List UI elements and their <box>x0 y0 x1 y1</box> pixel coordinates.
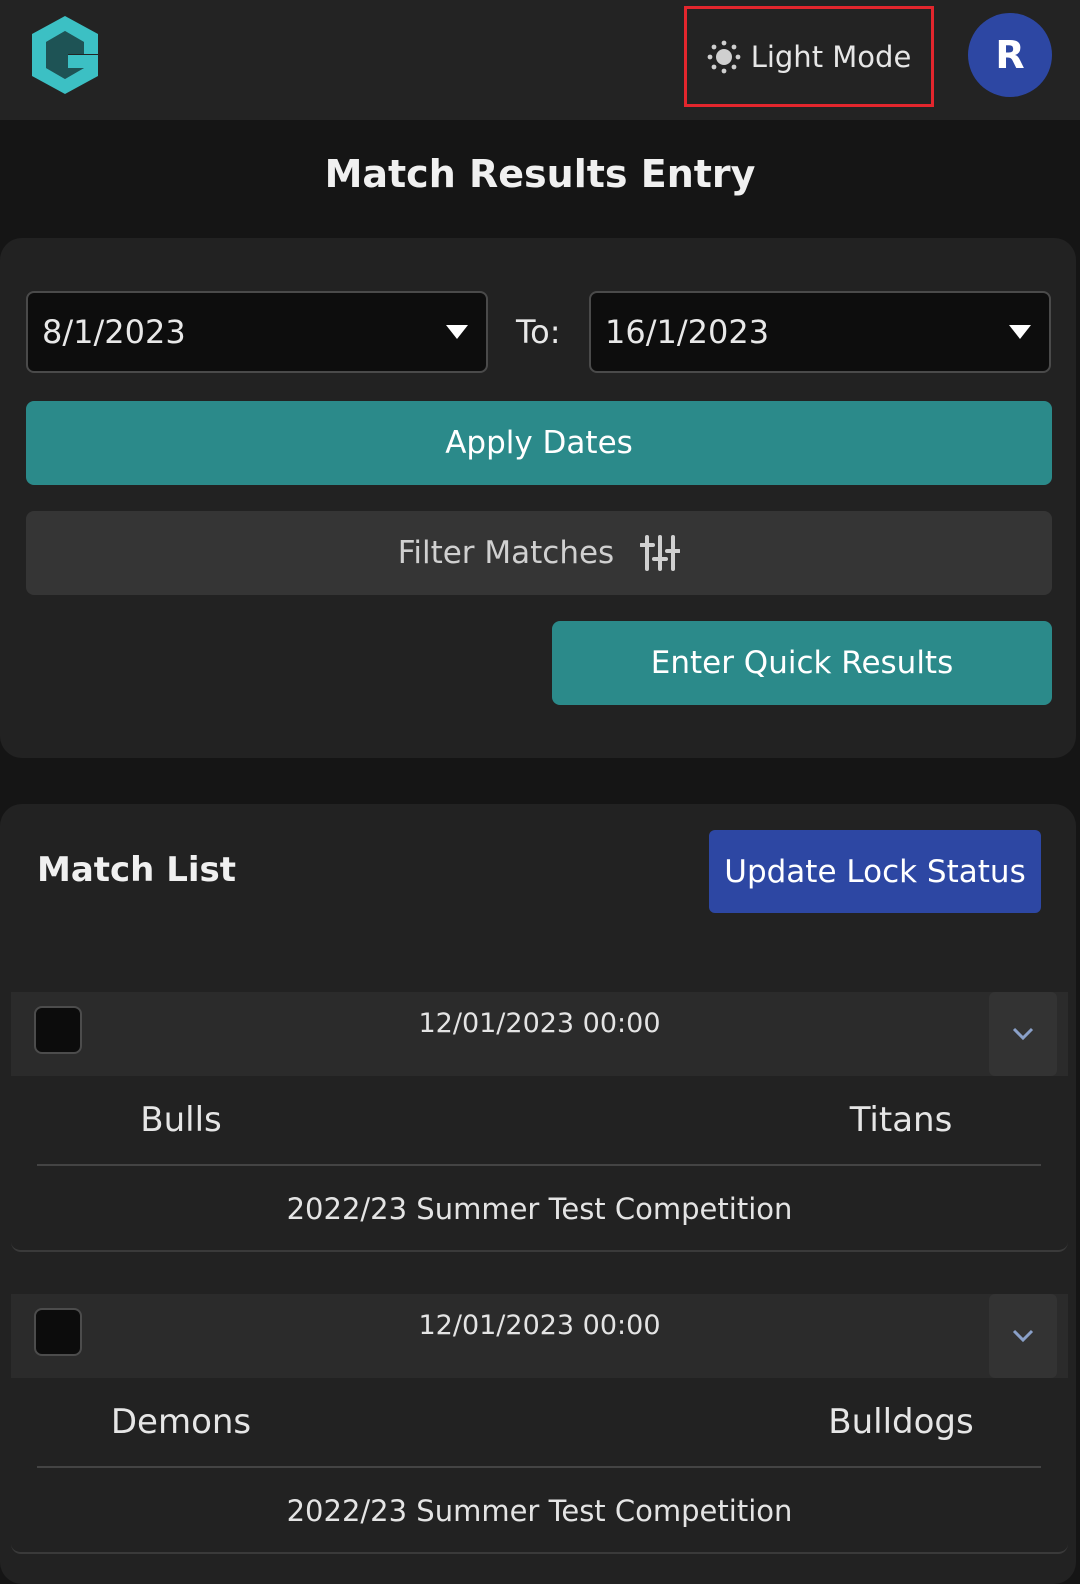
match-card: 12/01/2023 00:00 Demons Bulldogs 2022/23… <box>11 1294 1068 1554</box>
competition-name: 2022/23 Summer Test Competition <box>286 1494 793 1528</box>
away-team: Bulldogs <box>828 1402 974 1442</box>
page-title: Match Results Entry <box>324 152 756 196</box>
chevron-down-icon <box>1012 1027 1034 1041</box>
update-lock-status-button[interactable]: Update Lock Status <box>709 830 1041 913</box>
dropdown-arrow-icon <box>1009 325 1031 339</box>
update-lock-status-label: Update Lock Status <box>724 853 1026 890</box>
to-date-value: 16/1/2023 <box>605 313 770 351</box>
match-list-panel: Match List Update Lock Status 12/01/2023… <box>0 804 1076 1584</box>
to-label: To: <box>516 313 561 351</box>
chevron-down-icon <box>1012 1329 1034 1343</box>
filter-matches-label: Filter Matches <box>397 535 615 571</box>
match-card-header: 12/01/2023 00:00 <box>11 1294 1068 1378</box>
g-logo-icon[interactable] <box>28 14 102 96</box>
date-filter-panel: 8/1/2023 To: 16/1/2023 Apply Dates Filte… <box>0 238 1076 758</box>
enter-quick-results-button[interactable]: Enter Quick Results <box>552 621 1052 705</box>
match-list-title: Match List <box>37 850 237 890</box>
apply-dates-label: Apply Dates <box>445 425 633 461</box>
away-team: Titans <box>849 1100 953 1140</box>
dropdown-arrow-icon <box>446 325 468 339</box>
divider <box>37 1164 1041 1166</box>
apply-dates-button[interactable]: Apply Dates <box>26 401 1052 485</box>
from-date-value: 8/1/2023 <box>42 313 186 351</box>
enter-quick-results-label: Enter Quick Results <box>650 645 954 681</box>
home-team: Bulls <box>140 1100 222 1140</box>
user-avatar[interactable]: R <box>968 13 1052 97</box>
sliders-icon <box>640 535 681 571</box>
filter-matches-button[interactable]: Filter Matches <box>26 511 1052 595</box>
home-team: Demons <box>110 1402 252 1442</box>
top-bar: Light Mode R <box>0 0 1080 120</box>
expand-match-button[interactable] <box>989 1294 1057 1378</box>
light-mode-toggle[interactable]: Light Mode <box>684 6 934 107</box>
light-mode-label: Light Mode <box>750 39 912 74</box>
match-datetime: 12/01/2023 00:00 <box>418 1310 661 1341</box>
match-card: 12/01/2023 00:00 Bulls Titans 2022/23 Su… <box>11 992 1068 1252</box>
expand-match-button[interactable] <box>989 992 1057 1076</box>
match-datetime: 12/01/2023 00:00 <box>418 1008 661 1039</box>
to-date-select[interactable]: 16/1/2023 <box>589 291 1051 373</box>
sun-icon <box>707 40 741 73</box>
divider <box>37 1466 1041 1468</box>
from-date-select[interactable]: 8/1/2023 <box>26 291 488 373</box>
competition-name: 2022/23 Summer Test Competition <box>286 1192 793 1226</box>
match-card-header: 12/01/2023 00:00 <box>11 992 1068 1076</box>
